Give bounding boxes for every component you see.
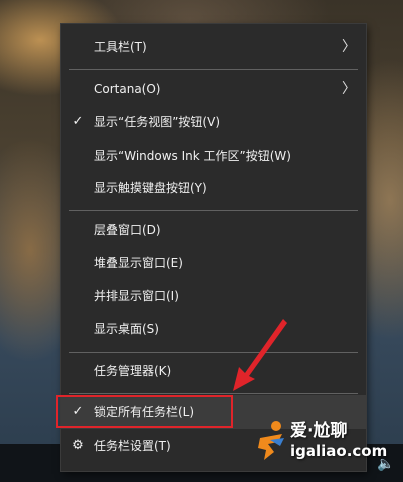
menu-item-toolbars[interactable]: 工具栏(T) 〉 xyxy=(61,30,366,64)
menu-item-cascade-windows[interactable]: 层叠窗口(D) xyxy=(61,213,366,247)
red-arrow-annotation xyxy=(233,319,287,391)
menu-item-label: 显示“Windows Ink 工作区”按钮(W) xyxy=(94,149,291,163)
menu-item-label: Cortana(O) xyxy=(94,82,161,96)
menu-item-label: 并排显示窗口(I) xyxy=(94,289,179,303)
menu-item-label: 工具栏(T) xyxy=(94,40,147,54)
menu-separator xyxy=(69,393,358,394)
menu-separator xyxy=(69,69,358,70)
menu-separator xyxy=(69,352,358,353)
menu-item-show-touch-keyboard-button[interactable]: 显示触摸键盘按钮(Y) xyxy=(61,171,366,205)
watermark: 爱·尬聊 igaliao.com xyxy=(252,410,402,470)
menu-item-show-task-view-button[interactable]: ✓ 显示“任务视图”按钮(V) xyxy=(61,105,366,139)
gear-icon: ⚙ xyxy=(72,438,84,453)
menu-item-label: 层叠窗口(D) xyxy=(94,223,161,237)
chevron-right-icon: 〉 xyxy=(342,81,356,97)
menu-item-label: 显示“任务视图”按钮(V) xyxy=(94,115,221,129)
chevron-right-icon: 〉 xyxy=(342,39,356,55)
menu-item-label: 显示触摸键盘按钮(Y) xyxy=(94,181,207,195)
menu-separator xyxy=(69,210,358,211)
menu-item-show-desktop[interactable]: 显示桌面(S) xyxy=(61,312,366,346)
watermark-title: 爱·尬聊 xyxy=(290,421,348,441)
menu-item-side-by-side-windows[interactable]: 并排显示窗口(I) xyxy=(61,279,366,313)
menu-item-label: 堆叠显示窗口(E) xyxy=(94,256,183,270)
watermark-url: igaliao.com xyxy=(290,442,388,460)
menu-item-cortana[interactable]: Cortana(O) 〉 xyxy=(61,72,366,106)
menu-item-task-manager[interactable]: 任务管理器(K) xyxy=(61,354,366,388)
highlight-annotation-box xyxy=(56,395,233,428)
menu-item-stack-windows[interactable]: 堆叠显示窗口(E) xyxy=(61,246,366,280)
menu-item-show-windows-ink-button[interactable]: 显示“Windows Ink 工作区”按钮(W) xyxy=(61,139,366,173)
watermark-logo-icon xyxy=(258,421,284,460)
menu-item-label: 显示桌面(S) xyxy=(94,322,159,336)
menu-item-label: 任务栏设置(T) xyxy=(94,439,171,453)
checkmark-icon: ✓ xyxy=(72,114,84,129)
menu-item-label: 任务管理器(K) xyxy=(94,364,172,378)
